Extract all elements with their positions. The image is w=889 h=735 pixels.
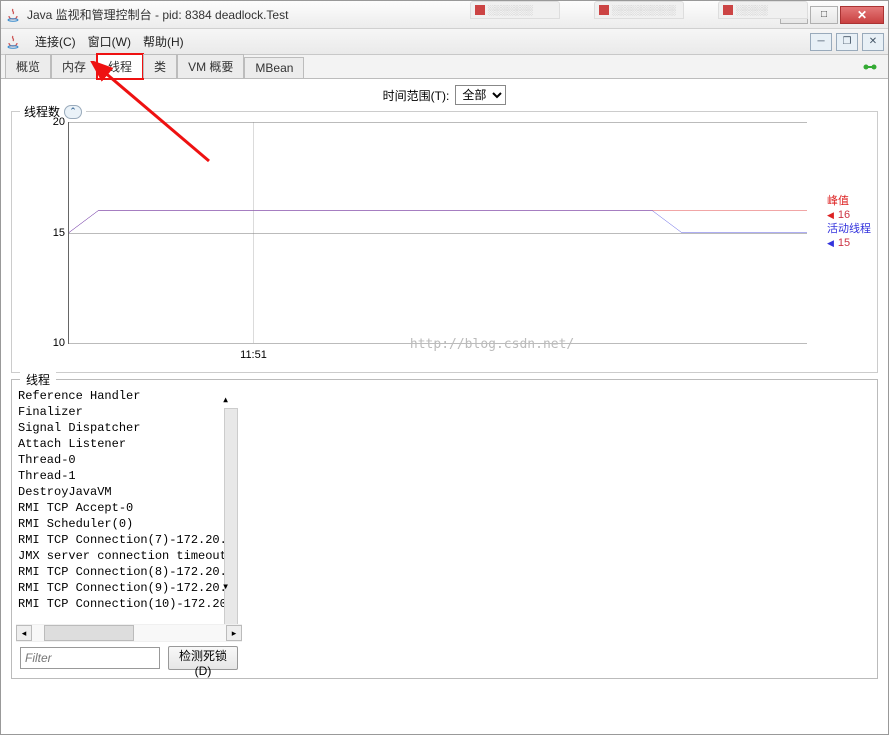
browser-tabs: ░░░░░░░ ░░░░░░░░░░ ░░░░░ xyxy=(470,1,808,19)
legend-active-value: 15 xyxy=(838,236,850,250)
tab-overview[interactable]: 概览 xyxy=(5,54,51,78)
threads-panel: 线程 Reference Handler Finalizer Signal Di… xyxy=(11,379,878,679)
list-item[interactable]: RMI TCP Accept-0 xyxy=(16,500,242,516)
mdi-minimize[interactable]: ─ xyxy=(810,33,832,51)
menu-connect[interactable]: 连接(C) xyxy=(29,31,82,52)
scroll-left-button[interactable]: ◂ xyxy=(16,625,32,641)
horizontal-scrollbar[interactable]: ◂ ▸ xyxy=(16,624,242,642)
filter-input[interactable] xyxy=(20,647,160,669)
y-tick: 15 xyxy=(43,227,65,239)
tab-memory[interactable]: 内存 xyxy=(51,54,97,78)
detect-deadlock-button[interactable]: 检测死锁(D) xyxy=(168,646,238,670)
chart-legend: 峰值 ◀16 活动线程 ◀15 xyxy=(827,194,871,250)
list-item[interactable]: Thread-1 xyxy=(16,468,242,484)
mdi-close[interactable]: ✕ xyxy=(862,33,884,51)
watermark: http://blog.csdn.net/ xyxy=(410,337,574,352)
thread-list[interactable]: Reference Handler Finalizer Signal Dispa… xyxy=(16,388,242,624)
connection-status-icon xyxy=(862,59,878,75)
menu-window[interactable]: 窗口(W) xyxy=(82,31,137,52)
menu-help[interactable]: 帮助(H) xyxy=(137,31,190,52)
close-button[interactable]: ✕ xyxy=(840,6,884,24)
time-range-row: 时间范围(T): 全部 xyxy=(1,79,888,111)
x-tick: 11:51 xyxy=(240,349,267,361)
legend-peak-value: 16 xyxy=(838,208,850,222)
list-item[interactable]: Attach Listener xyxy=(16,436,242,452)
tab-threads[interactable]: 线程 xyxy=(97,54,143,79)
legend-peak-label: 峰值 xyxy=(827,194,849,208)
tab-mbean[interactable]: MBean xyxy=(244,57,304,78)
list-item[interactable]: RMI TCP Connection(8)-172.20.1 xyxy=(16,564,242,580)
list-item[interactable]: RMI TCP Connection(9)-172.20.1 xyxy=(16,580,242,596)
list-item[interactable]: DestroyJavaVM xyxy=(16,484,242,500)
tab-classes[interactable]: 类 xyxy=(143,54,177,78)
y-tick: 20 xyxy=(43,116,65,128)
scroll-right-button[interactable]: ▸ xyxy=(226,625,242,641)
maximize-button[interactable]: □ xyxy=(810,6,838,24)
list-item[interactable]: Signal Dispatcher xyxy=(16,420,242,436)
list-item[interactable]: RMI Scheduler(0) xyxy=(16,516,242,532)
legend-active-label: 活动线程 xyxy=(827,222,871,236)
list-item[interactable]: Reference Handler xyxy=(16,388,242,404)
java-icon xyxy=(5,7,21,23)
chart-panel: 线程数 ⌃ 20 15 10 11:51 xyxy=(11,111,878,373)
title-bar: Java 监视和管理控制台 - pid: 8384 deadlock.Test … xyxy=(1,1,888,29)
threads-header: 线程 xyxy=(20,371,56,388)
list-item[interactable]: Finalizer xyxy=(16,404,242,420)
tabs-row: 概览 内存 线程 类 VM 概要 MBean xyxy=(1,55,888,79)
time-range-select[interactable]: 全部 xyxy=(455,85,506,105)
list-item[interactable]: JMX server connection timeout xyxy=(16,548,242,564)
chart-plot: 20 15 10 11:51 xyxy=(68,122,807,344)
list-item[interactable]: Thread-0 xyxy=(16,452,242,468)
menu-bar: 连接(C) 窗口(W) 帮助(H) ─ ❐ ✕ xyxy=(1,29,888,55)
java-icon xyxy=(5,34,21,50)
list-item[interactable]: RMI TCP Connection(10)-172.20. xyxy=(16,596,242,612)
tab-vm-summary[interactable]: VM 概要 xyxy=(177,54,244,78)
scroll-down-button[interactable]: ▾ xyxy=(222,579,238,594)
y-tick: 10 xyxy=(43,337,65,349)
time-range-label: 时间范围(T): xyxy=(383,87,450,104)
mdi-restore[interactable]: ❐ xyxy=(836,33,858,51)
list-item[interactable]: RMI TCP Connection(7)-172.20.1 xyxy=(16,532,242,548)
scroll-up-button[interactable]: ▴ xyxy=(222,392,238,407)
